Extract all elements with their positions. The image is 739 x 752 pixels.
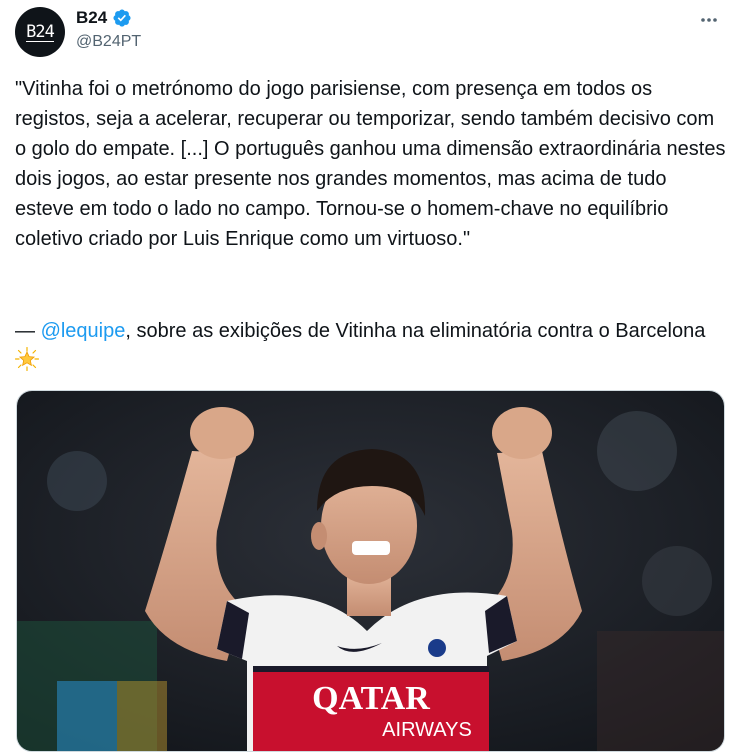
jersey-sponsor-line1: QATAR [312, 680, 430, 717]
more-options-button[interactable] [697, 8, 721, 32]
jersey-sponsor-line2: AIRWAYS [382, 719, 472, 741]
tweet-attribution: — @lequipe, sobre as exibições de Vitinh… [15, 316, 727, 376]
verified-badge-icon [113, 9, 131, 27]
tweet-quote: "Vitinha foi o metrónomo do jogo parisie… [15, 78, 726, 250]
attribution-suffix: , sobre as exibições de Vitinha na elimi… [125, 320, 706, 342]
avatar-text: B24 [26, 21, 55, 42]
psg-crest [428, 639, 446, 657]
attribution-prefix: — [15, 320, 41, 342]
tweet-media-image[interactable]: QATAR AIRWAYS [16, 390, 725, 752]
avatar[interactable]: B24 [15, 7, 65, 57]
tweet-text: "Vitinha foi o metrónomo do jogo parisie… [15, 74, 727, 254]
author-handle[interactable]: @B24PT [76, 33, 141, 51]
author-display-name[interactable]: B24 [76, 8, 107, 28]
vitinha-celebration-photo: QATAR AIRWAYS [17, 391, 724, 751]
author-name-row: B24 [76, 8, 132, 28]
more-options-icon [701, 18, 717, 22]
glowing-star-icon [15, 347, 39, 371]
mention-link[interactable]: @lequipe [41, 320, 126, 342]
